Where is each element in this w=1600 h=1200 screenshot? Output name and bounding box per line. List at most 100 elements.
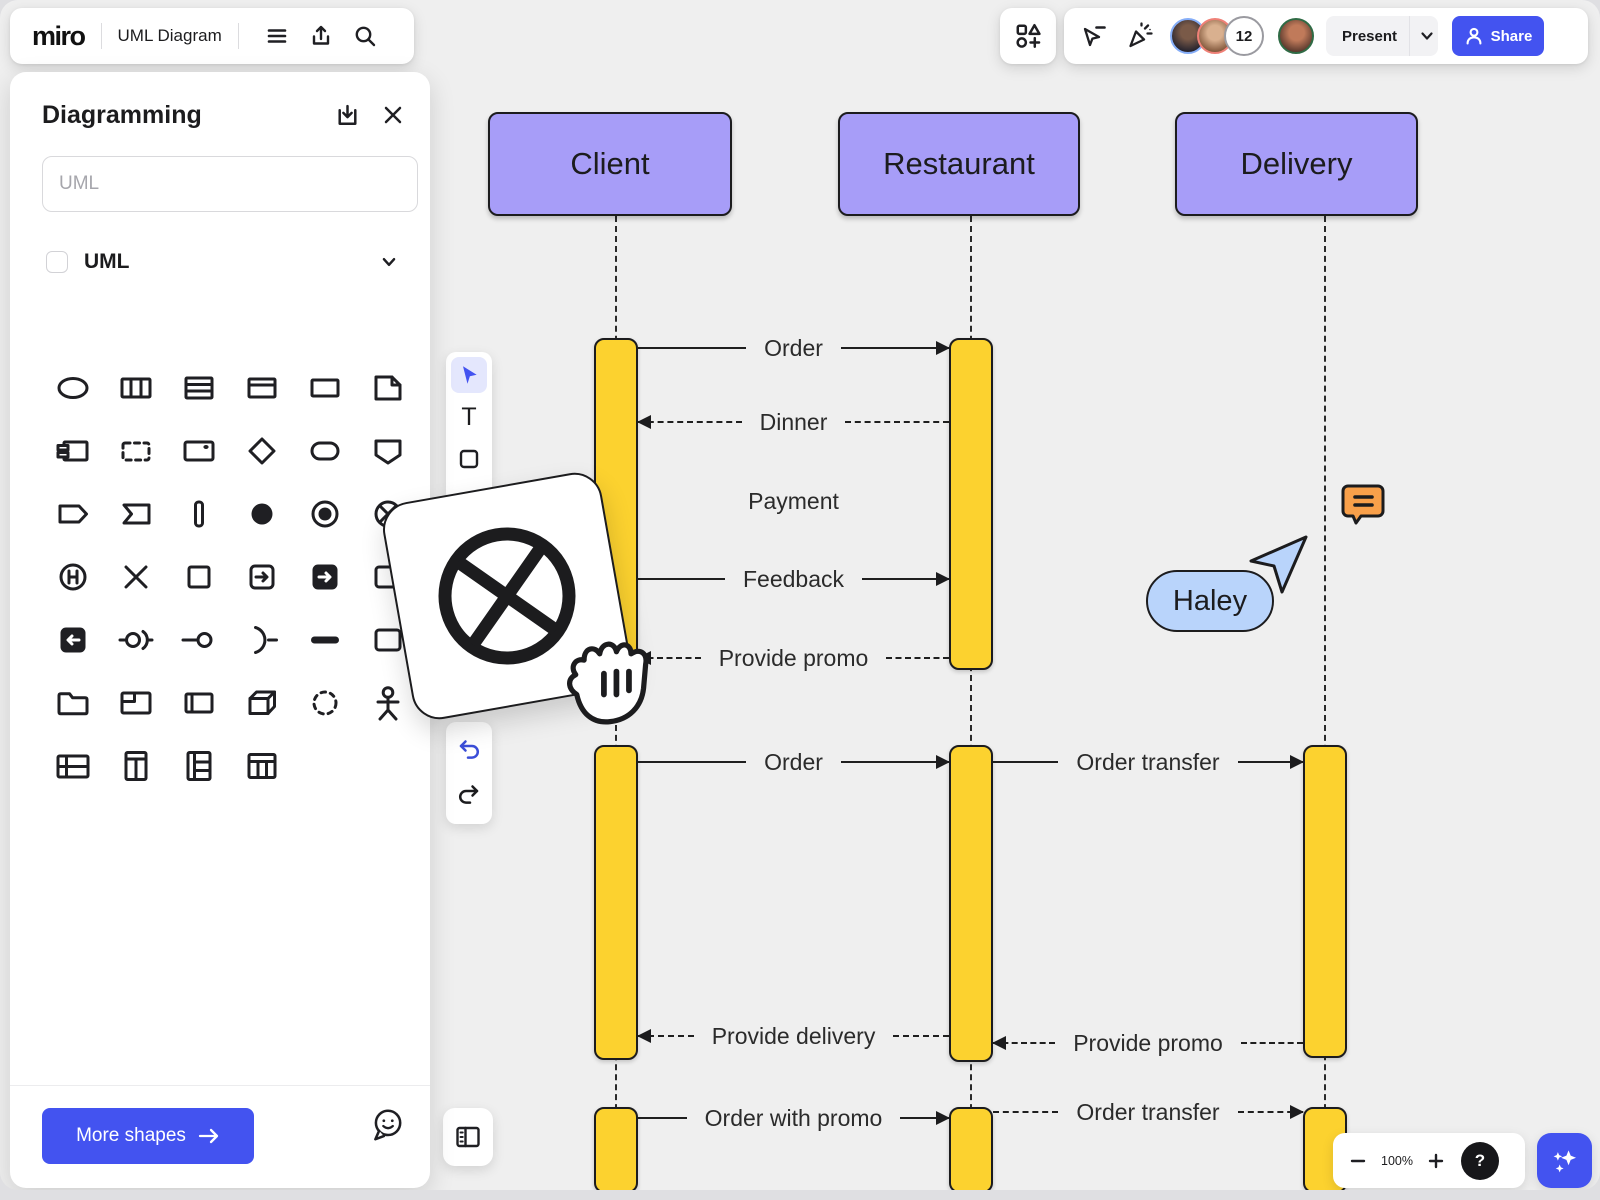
shape-rect-header-icon[interactable] [230, 356, 293, 419]
undo-icon [456, 735, 482, 761]
shape-component-icon[interactable] [41, 419, 104, 482]
shape-search-input[interactable] [43, 173, 417, 195]
shape-decision-diamond-icon[interactable] [230, 419, 293, 482]
close-panel-button[interactable] [378, 100, 408, 130]
shape-activation-bar-icon[interactable] [167, 482, 230, 545]
uml-section-checkbox[interactable] [46, 251, 68, 273]
shape-lollipop-interface-icon[interactable] [167, 608, 230, 671]
sparkles-icon [1549, 1145, 1581, 1177]
message-label: Order [746, 335, 841, 362]
zoom-out-button[interactable] [1341, 1144, 1375, 1178]
collaborator-name-badge: Haley [1146, 570, 1274, 632]
shape-folder-package-icon[interactable] [41, 671, 104, 734]
arrowhead-right-icon [936, 1111, 950, 1125]
message[interactable]: Provide delivery [638, 1021, 949, 1051]
install-shape-pack-button[interactable] [332, 100, 362, 130]
feedback-button[interactable] [366, 1104, 408, 1146]
message[interactable]: Provide promo [993, 1028, 1303, 1058]
shape-dashed-rect-icon[interactable] [104, 419, 167, 482]
shape-history-node-icon[interactable] [41, 545, 104, 608]
shape-object-dot-icon[interactable] [167, 419, 230, 482]
more-shapes-button[interactable]: More shapes [42, 1108, 254, 1164]
ai-assistant-button[interactable] [1537, 1133, 1592, 1188]
message[interactable]: Order with promo [638, 1103, 949, 1133]
shape-exit-node-filled-icon[interactable] [293, 545, 356, 608]
activation-bar[interactable] [949, 745, 993, 1062]
message[interactable]: Order [638, 333, 949, 363]
section-chevron-icon[interactable] [380, 253, 398, 271]
message-label: Provide promo [701, 645, 887, 672]
comment-icon[interactable] [1340, 480, 1388, 533]
activation-bar[interactable] [594, 1107, 638, 1190]
shape-table-left-rows-icon[interactable] [41, 734, 104, 797]
shape-table-band-rows-icon[interactable] [167, 734, 230, 797]
collaborator-count-badge[interactable]: 12 [1224, 16, 1264, 56]
shape-table-two-columns-icon[interactable] [104, 734, 167, 797]
zoom-bar: 100% ? [1333, 1133, 1525, 1188]
activation-bar[interactable] [949, 1107, 993, 1190]
shape-note-icon[interactable] [356, 356, 419, 419]
activation-bar[interactable] [949, 338, 993, 670]
message[interactable]: Feedback [638, 564, 949, 594]
arrowhead-right-icon [936, 572, 950, 586]
shape-cube-node-icon[interactable] [230, 671, 293, 734]
shape-receive-signal-icon[interactable] [104, 482, 167, 545]
shape-thick-dash-icon[interactable] [293, 608, 356, 671]
select-tool[interactable] [451, 357, 487, 393]
shape-tool[interactable] [451, 441, 487, 477]
diagramming-panel: Diagramming UML More shapes [10, 72, 430, 1188]
actor-box-restaurant[interactable]: Restaurant [838, 112, 1080, 216]
shape-enter-node-filled-icon[interactable] [41, 608, 104, 671]
message[interactable]: Order [638, 747, 949, 777]
smiley-bubble-icon [369, 1106, 405, 1144]
panel-toggle-icon [453, 1122, 483, 1152]
shape-cross-icon[interactable] [104, 545, 167, 608]
message[interactable]: Dinner [638, 407, 949, 437]
shape-initial-node-icon[interactable] [230, 482, 293, 545]
message-label: Provide delivery [694, 1023, 894, 1050]
shape-table-header-columns-icon[interactable] [230, 734, 293, 797]
shape-left-band-rect-icon[interactable] [167, 671, 230, 734]
shape-ellipse-icon[interactable] [41, 356, 104, 419]
message-label: Order with promo [687, 1105, 901, 1132]
help-button[interactable]: ? [1461, 1142, 1499, 1180]
message[interactable]: Payment [638, 486, 949, 516]
actor-label: Client [570, 146, 649, 182]
sidebar-toggle-button[interactable] [443, 1108, 493, 1166]
shape-rect-3-rows-icon[interactable] [167, 356, 230, 419]
message[interactable]: Order transfer [993, 747, 1303, 777]
shape-tag-pentagon-icon[interactable] [41, 482, 104, 545]
shape-dashed-circle-icon[interactable] [293, 671, 356, 734]
zoom-level[interactable]: 100% [1375, 1154, 1419, 1168]
undo-button[interactable] [456, 735, 482, 766]
redo-icon [456, 780, 482, 806]
shape-socket-arc-icon[interactable] [230, 608, 293, 671]
shape-package-shield-icon[interactable] [356, 419, 419, 482]
redo-button[interactable] [456, 780, 482, 811]
shape-final-node-icon[interactable] [293, 482, 356, 545]
hand-grab-cursor-icon [560, 634, 652, 735]
actor-box-delivery[interactable]: Delivery [1175, 112, 1418, 216]
actor-box-client[interactable]: Client [488, 112, 732, 216]
avatar-stack[interactable]: 12 [1170, 16, 1314, 56]
activation-bar[interactable] [1303, 745, 1347, 1058]
message-label: Feedback [725, 566, 862, 593]
shape-exit-node-outline-icon[interactable] [230, 545, 293, 608]
message[interactable]: Order transfer [993, 1097, 1303, 1127]
message-label: Order transfer [1058, 1099, 1237, 1126]
shape-rectangle-icon[interactable] [293, 356, 356, 419]
shape-square-icon[interactable] [167, 545, 230, 608]
message[interactable]: Provide promo [638, 643, 949, 673]
zoom-in-button[interactable] [1419, 1144, 1453, 1178]
text-tool[interactable]: T [451, 399, 487, 435]
shape-interface-circle-icon[interactable] [104, 608, 167, 671]
avatar-3[interactable] [1278, 18, 1314, 54]
shape-rounded-rect-icon[interactable] [293, 419, 356, 482]
shape-search-box [42, 156, 418, 212]
activation-bar[interactable] [594, 745, 638, 1060]
shape-rect-3-columns-icon[interactable] [104, 356, 167, 419]
close-icon [380, 102, 406, 128]
shape-frame-icon[interactable] [104, 671, 167, 734]
message-label: Provide promo [1055, 1030, 1241, 1057]
message-label: Order [746, 749, 841, 776]
